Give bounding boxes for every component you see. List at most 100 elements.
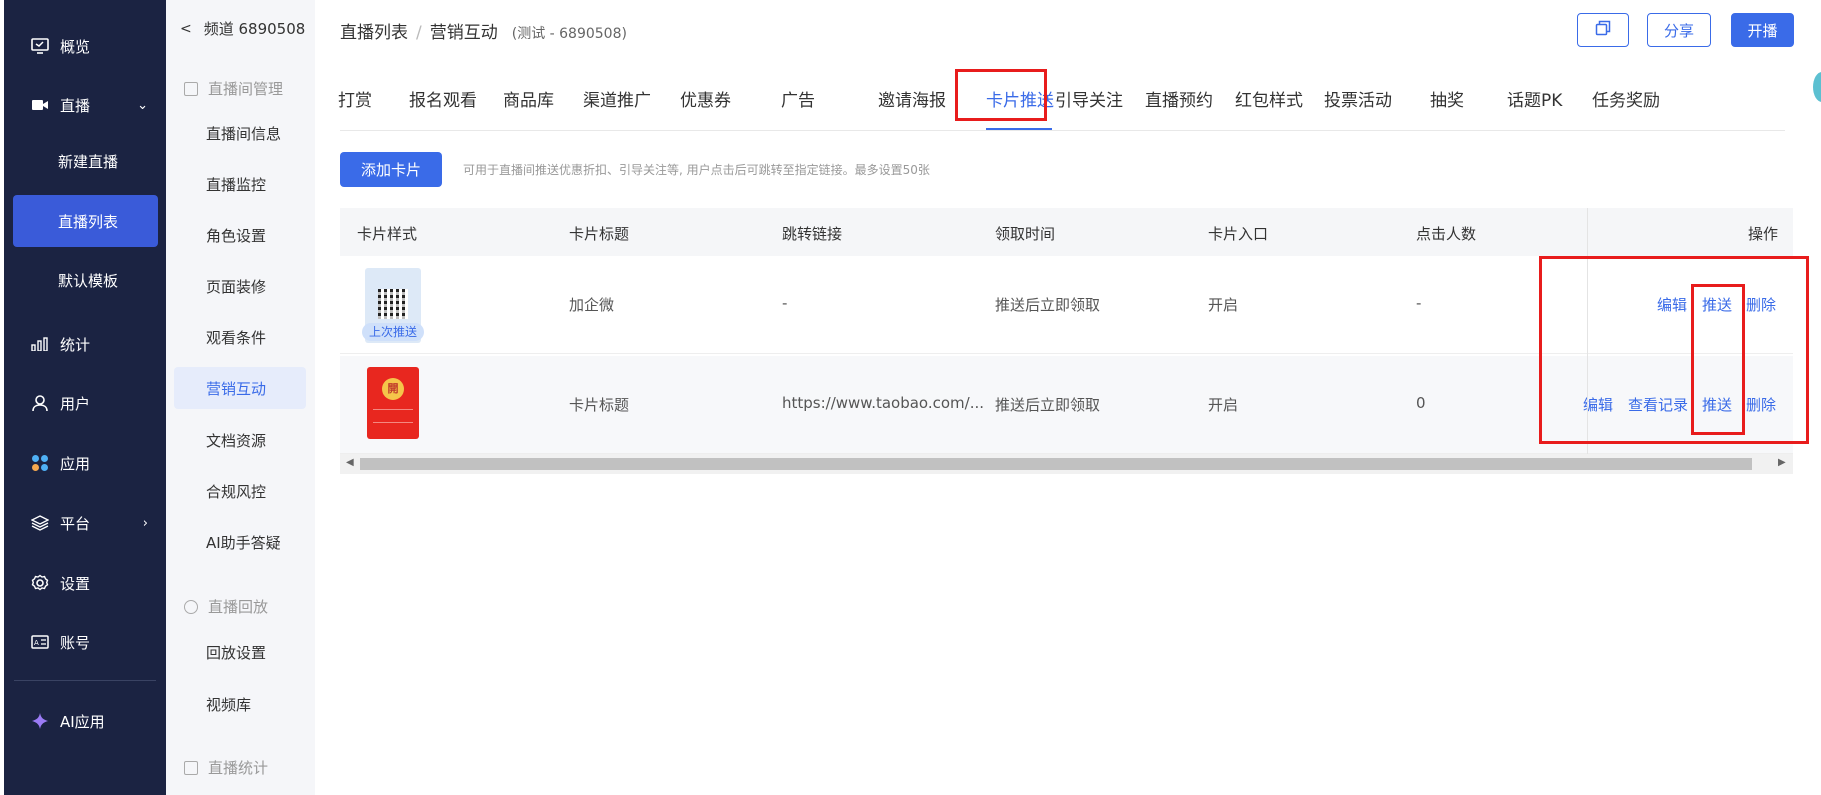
nav-apps[interactable]: 应用 bbox=[4, 437, 166, 489]
id-card-icon: A bbox=[30, 632, 50, 652]
crumb-marketing: 营销互动 bbox=[429, 23, 498, 43]
nav-platform-label: 平台 bbox=[60, 514, 91, 533]
submenu-live-monitor-label: 直播监控 bbox=[206, 175, 267, 194]
svg-text:A: A bbox=[34, 639, 39, 647]
main-content: 直播列表 / 营销互动 (测试 - 6890508) 分享 开播 打赏 报名观看… bbox=[315, 0, 1821, 795]
stats-icon bbox=[184, 760, 198, 775]
card-thumbnail-qrcode: 上次推送 bbox=[362, 268, 424, 343]
submenu-room-info[interactable]: 直播间信息 bbox=[174, 112, 306, 154]
tab-lottery[interactable]: 抽奖 bbox=[1430, 86, 1464, 111]
crumb-channel-info: (测试 - 6890508) bbox=[511, 26, 627, 42]
add-card-button[interactable]: 添加卡片 bbox=[340, 152, 442, 187]
tab-channel-promotion[interactable]: 渠道推广 bbox=[583, 86, 651, 111]
horizontal-scrollbar[interactable]: ◀ ▶ bbox=[340, 454, 1793, 474]
submenu-replay-settings[interactable]: 回放设置 bbox=[174, 631, 306, 673]
submenu-video-library[interactable]: 视频库 bbox=[174, 683, 306, 725]
cell-claim-time: 推送后立即领取 bbox=[995, 296, 1101, 314]
crumb-live-list[interactable]: 直播列表 bbox=[340, 18, 408, 43]
nav-overview[interactable]: 概览 bbox=[4, 20, 166, 72]
scrollbar-thumb[interactable] bbox=[360, 458, 1752, 470]
tab-ads[interactable]: 广告 bbox=[781, 86, 815, 111]
submenu-watch-conditions[interactable]: 观看条件 bbox=[174, 316, 306, 358]
tab-product-library[interactable]: 商品库 bbox=[503, 86, 554, 111]
nav-ai-apps[interactable]: AI应用 bbox=[4, 695, 166, 747]
back-to-channel[interactable]: < 频道 6890508 bbox=[180, 18, 305, 39]
submenu-marketing[interactable]: 营销互动 bbox=[174, 367, 306, 409]
nav-stats-label: 统计 bbox=[60, 335, 91, 354]
submenu-documents[interactable]: 文档资源 bbox=[174, 419, 306, 461]
gear-icon bbox=[30, 573, 50, 593]
cell-clicks: - bbox=[1416, 294, 1422, 312]
nav-new-live[interactable]: 新建直播 bbox=[4, 135, 166, 187]
tab-tip[interactable]: 打赏 bbox=[338, 86, 372, 111]
tab-coupon[interactable]: 优惠券 bbox=[680, 86, 731, 111]
submenu-role-settings-label: 角色设置 bbox=[206, 226, 267, 245]
scroll-left-icon[interactable]: ◀ bbox=[346, 457, 354, 468]
group-room-management: 直播间管理 bbox=[184, 78, 283, 99]
scroll-right-icon[interactable]: ▶ bbox=[1778, 457, 1786, 468]
breadcrumb: 直播列表 / 营销互动 (测试 - 6890508) bbox=[340, 18, 627, 43]
submenu-watch-conditions-label: 观看条件 bbox=[206, 328, 267, 347]
red-packet-text-lines bbox=[373, 409, 413, 423]
nav-live[interactable]: 直播 ⌄ bbox=[4, 79, 166, 131]
submenu-room-info-label: 直播间信息 bbox=[206, 124, 282, 143]
nav-overview-label: 概览 bbox=[60, 37, 91, 56]
nav-users[interactable]: 用户 bbox=[4, 377, 166, 429]
tab-invite-poster[interactable]: 邀请海报 bbox=[878, 86, 946, 111]
nav-stats[interactable]: 统计 bbox=[4, 318, 166, 370]
submenu-video-library-label: 视频库 bbox=[206, 695, 252, 714]
tab-voting[interactable]: 投票活动 bbox=[1324, 86, 1392, 111]
last-push-tag: 上次推送 bbox=[362, 323, 424, 341]
cell-entry: 开启 bbox=[1208, 296, 1239, 314]
share-button[interactable]: 分享 bbox=[1647, 13, 1711, 47]
submenu-replay-settings-label: 回放设置 bbox=[206, 643, 267, 662]
card-thumbnail-red-packet: 開 bbox=[367, 367, 419, 439]
submenu-compliance[interactable]: 合规风控 bbox=[174, 470, 306, 512]
table-header: 卡片样式 卡片标题 跳转链接 领取时间 卡片入口 点击人数 操作 bbox=[340, 208, 1793, 256]
group-live-stats-label: 直播统计 bbox=[208, 759, 269, 777]
nav-live-label: 直播 bbox=[60, 96, 91, 115]
col-card-style: 卡片样式 bbox=[357, 225, 418, 243]
submenu-role-settings[interactable]: 角色设置 bbox=[174, 214, 306, 256]
col-card-entry: 卡片入口 bbox=[1208, 225, 1269, 243]
apps-icon bbox=[30, 453, 50, 473]
tab-register-watch[interactable]: 报名观看 bbox=[409, 86, 477, 111]
nav-default-template-label: 默认模板 bbox=[58, 271, 119, 290]
start-live-button[interactable]: 开播 bbox=[1731, 13, 1794, 47]
start-live-button-label: 开播 bbox=[1747, 21, 1778, 40]
group-replay: 直播回放 bbox=[184, 596, 268, 617]
marketing-tabs: 打赏 报名观看 商品库 渠道推广 优惠券 广告 邀请海报 卡片推送 引导关注 直… bbox=[338, 68, 1785, 131]
cell-link: https://www.taobao.com/... bbox=[782, 394, 985, 412]
bar-chart-icon bbox=[30, 334, 50, 354]
cell-claim-time: 推送后立即领取 bbox=[995, 396, 1101, 414]
channel-submenu: < 频道 6890508 直播间管理 直播间信息 直播监控 角色设置 页面装修 … bbox=[166, 0, 315, 795]
cell-clicks: 0 bbox=[1416, 394, 1426, 412]
nav-default-template[interactable]: 默认模板 bbox=[4, 254, 166, 306]
nav-account[interactable]: A 账号 bbox=[4, 616, 166, 668]
highlight-card-push-tab bbox=[955, 69, 1047, 121]
tab-task-rewards[interactable]: 任务奖励 bbox=[1592, 86, 1660, 111]
highlight-push-links bbox=[1691, 284, 1745, 435]
submenu-live-monitor[interactable]: 直播监控 bbox=[174, 163, 306, 205]
tab-live-reservation[interactable]: 直播预约 bbox=[1145, 86, 1213, 111]
nav-platform[interactable]: 平台 › bbox=[4, 497, 166, 549]
add-card-hint: 可用于直播间推送优惠折扣、引导关注等, 用户点击后可跳转至指定链接。最多设置50… bbox=[463, 163, 930, 177]
tab-topic-pk[interactable]: 话题PK bbox=[1507, 86, 1562, 111]
submenu-ai-assistant[interactable]: AI助手答疑 bbox=[174, 521, 306, 563]
main-sidebar: 概览 直播 ⌄ 新建直播 直播列表 默认模板 统计 用户 应用 平台 › 设置 … bbox=[4, 0, 166, 795]
nav-account-label: 账号 bbox=[60, 633, 91, 652]
submenu-compliance-label: 合规风控 bbox=[206, 482, 267, 501]
tab-red-packet-style[interactable]: 红包样式 bbox=[1235, 86, 1303, 111]
col-claim-time: 领取时间 bbox=[995, 225, 1056, 243]
submenu-page-decoration[interactable]: 页面装修 bbox=[174, 265, 306, 307]
cell-title: 加企微 bbox=[569, 296, 615, 314]
nav-live-list[interactable]: 直播列表 bbox=[13, 195, 158, 247]
tab-guide-follow[interactable]: 引导关注 bbox=[1055, 86, 1123, 111]
submenu-page-decoration-label: 页面装修 bbox=[206, 277, 267, 296]
col-click-count: 点击人数 bbox=[1416, 225, 1477, 243]
nav-settings[interactable]: 设置 bbox=[4, 557, 166, 609]
copy-button[interactable] bbox=[1577, 13, 1629, 47]
room-icon bbox=[184, 81, 198, 96]
col-card-title: 卡片标题 bbox=[569, 225, 630, 243]
nav-users-label: 用户 bbox=[60, 394, 91, 413]
